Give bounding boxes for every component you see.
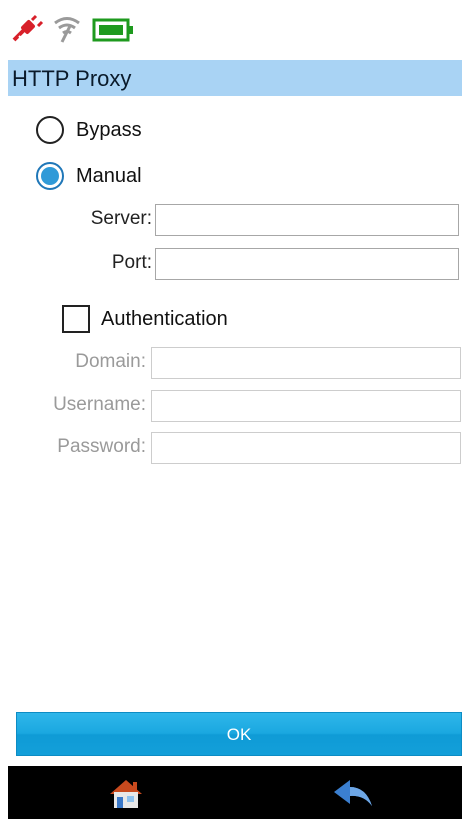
server-input[interactable] <box>155 204 459 236</box>
status-bar <box>8 8 462 48</box>
home-button[interactable] <box>104 776 148 812</box>
authentication-checkbox[interactable] <box>62 305 90 333</box>
radio-manual[interactable]: Manual <box>36 162 142 190</box>
authentication-label: Authentication <box>101 308 228 330</box>
radio-manual-label: Manual <box>76 164 142 187</box>
wifi-off-icon <box>54 17 80 43</box>
username-label: Username: <box>53 394 146 415</box>
radio-bypass-indicator[interactable] <box>36 116 64 144</box>
back-arrow-icon <box>334 780 372 806</box>
ok-button[interactable]: OK <box>16 712 462 756</box>
username-input[interactable] <box>151 390 461 422</box>
password-label: Password: <box>57 436 146 457</box>
device-screen: HTTP Proxy Bypass Manual Server: Port: A… <box>8 8 462 819</box>
radio-manual-indicator[interactable] <box>36 162 64 190</box>
power-plug-disconnected-icon <box>12 14 44 42</box>
back-button[interactable] <box>330 776 374 812</box>
port-input[interactable] <box>155 248 459 280</box>
radio-bypass[interactable]: Bypass <box>36 116 142 144</box>
radio-bypass-label: Bypass <box>76 118 142 141</box>
bottom-nav-bar <box>8 766 462 819</box>
page-title: HTTP Proxy <box>12 66 132 91</box>
domain-input[interactable] <box>151 347 461 379</box>
title-bar: HTTP Proxy <box>8 60 462 96</box>
server-label: Server: <box>90 208 152 229</box>
password-input[interactable] <box>151 432 461 464</box>
home-icon <box>110 780 142 808</box>
battery-icon <box>92 18 133 42</box>
port-label: Port: <box>111 252 152 273</box>
domain-label: Domain: <box>75 351 146 372</box>
